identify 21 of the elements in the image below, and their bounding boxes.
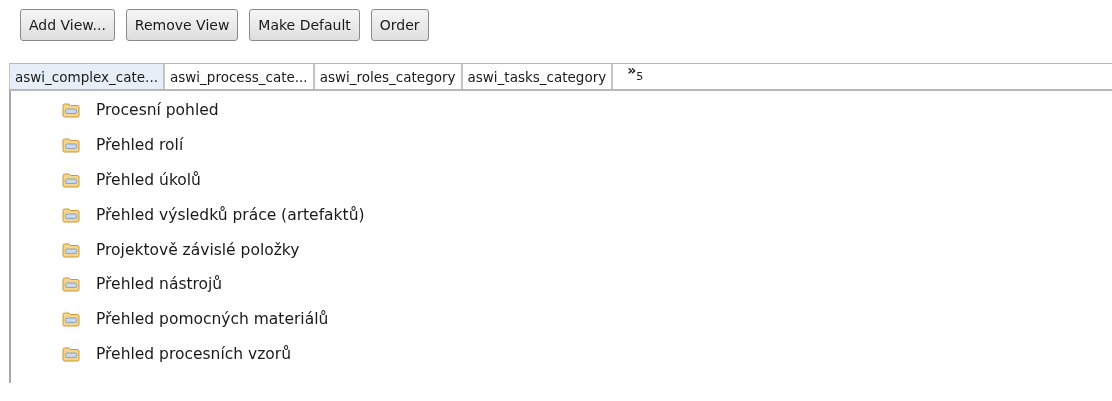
folder-icon (62, 241, 80, 258)
folder-icon (62, 276, 80, 293)
folder-icon (62, 137, 80, 154)
toolbar-button[interactable]: Order (370, 9, 429, 41)
tree-item[interactable]: Procesní pohled (96, 101, 219, 120)
tree-item[interactable]: Projektově závislé položky (96, 240, 300, 259)
tree-item[interactable]: Přehled pomocných materiálů (96, 310, 329, 329)
folder-icon (62, 345, 80, 362)
folder-icon (62, 102, 80, 119)
toolbar-button[interactable]: Remove View (125, 9, 239, 41)
tree-item[interactable]: Přehled rolí (96, 136, 184, 155)
tree-item[interactable]: Přehled procesních vzorů (96, 344, 291, 363)
toolbar-button[interactable]: Add View... (20, 9, 115, 41)
tree-item[interactable]: Přehled nástrojů (96, 275, 223, 294)
folder-icon (62, 311, 80, 328)
toolbar-button[interactable]: Make Default (249, 9, 360, 41)
tab[interactable]: aswi_complex_cate... (9, 64, 165, 89)
tree-item[interactable]: Přehled výsledků práce (artefaktů) (96, 205, 365, 224)
folder-icon (62, 172, 80, 188)
tree-item[interactable]: Přehled úkolů (96, 171, 201, 189)
folder-icon (62, 206, 80, 223)
